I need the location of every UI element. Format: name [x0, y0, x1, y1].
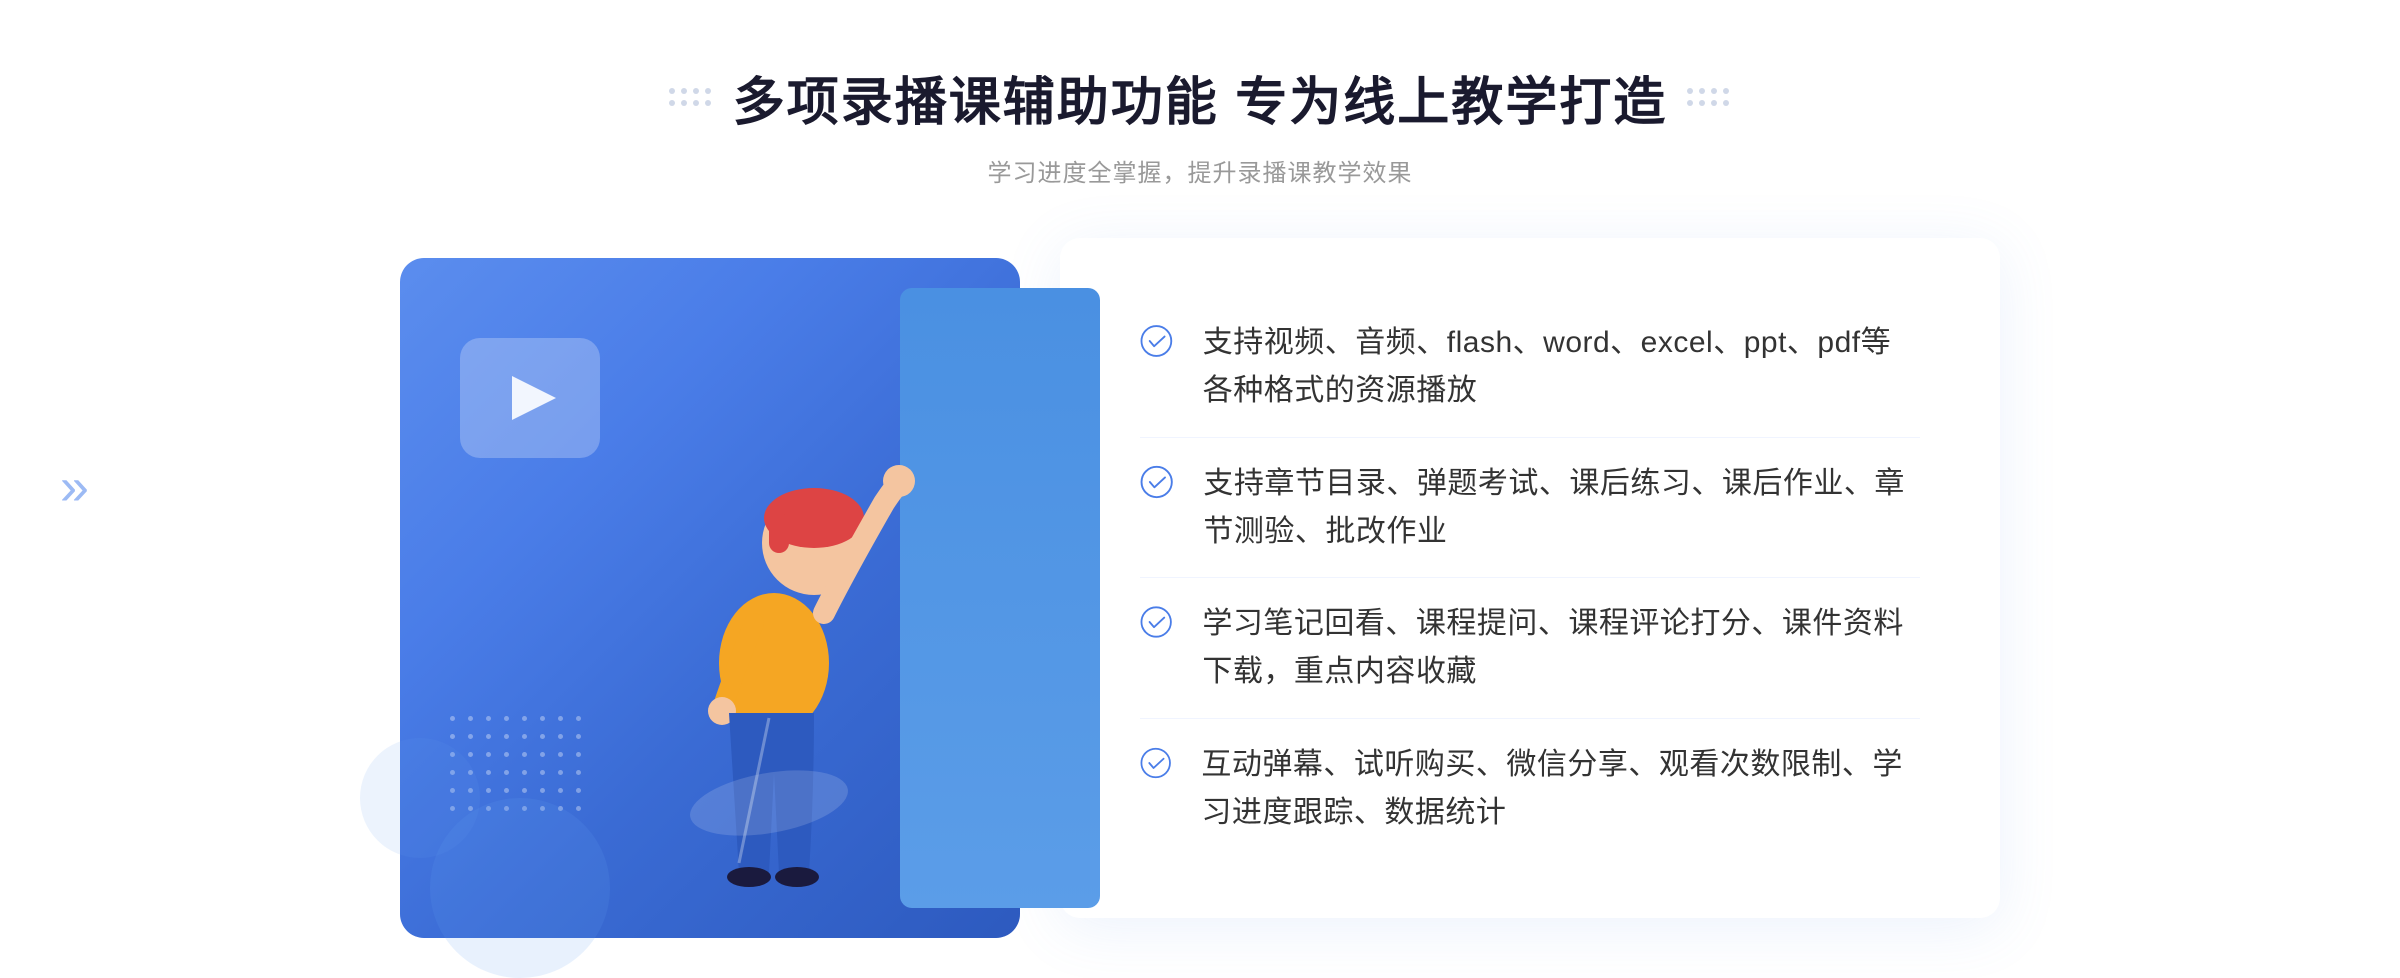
- person-illustration: [614, 373, 934, 933]
- illustration-card: [400, 258, 1020, 938]
- check-icon-2: [1140, 460, 1173, 504]
- feature-item-1: 支持视频、音频、flash、word、excel、ppt、pdf等各种格式的资源…: [1140, 299, 1920, 435]
- circle-decoration-2: [360, 738, 480, 858]
- play-bubble: [460, 338, 600, 458]
- divider-3: [1140, 718, 1920, 719]
- features-panel: 支持视频、音频、flash、word、excel、ppt、pdf等各种格式的资源…: [1060, 238, 2000, 918]
- feature-item-2: 支持章节目录、弹题考试、课后练习、课后作业、章节测验、批改作业: [1140, 440, 1920, 576]
- feature-item-4: 互动弹幕、试听购买、微信分享、观看次数限制、学习进度跟踪、数据统计: [1140, 721, 1920, 857]
- divider-2: [1140, 577, 1920, 578]
- title-dots-right: [1687, 88, 1731, 108]
- main-title: 多项录播课辅助功能 专为线上教学打造: [733, 60, 1667, 135]
- title-dots-left: [669, 88, 713, 108]
- arrow-left-icon: »: [60, 457, 89, 517]
- divider-1: [1140, 437, 1920, 438]
- content-area: 支持视频、音频、flash、word、excel、ppt、pdf等各种格式的资源…: [400, 238, 2000, 938]
- feature-text-4: 互动弹幕、试听购买、微信分享、观看次数限制、学习进度跟踪、数据统计: [1201, 741, 1920, 837]
- check-icon-4: [1140, 741, 1171, 785]
- check-icon-1: [1140, 319, 1173, 363]
- play-icon: [512, 376, 556, 420]
- header-section: 多项录播课辅助功能 专为线上教学打造 学习进度全掌握，提升录播课教学效果: [0, 60, 2400, 188]
- figure-container: [614, 373, 934, 938]
- feature-text-1: 支持视频、音频、flash、word、excel、ppt、pdf等各种格式的资源…: [1203, 319, 1920, 415]
- page-container: 多项录播课辅助功能 专为线上教学打造 学习进度全掌握，提升录播课教学效果: [0, 0, 2400, 974]
- feature-text-2: 支持章节目录、弹题考试、课后练习、课后作业、章节测验、批改作业: [1203, 460, 1920, 556]
- subtitle: 学习进度全掌握，提升录播课教学效果: [988, 153, 1413, 188]
- feature-item-3: 学习笔记回看、课程提问、课程评论打分、课件资料下载，重点内容收藏: [1140, 580, 1920, 716]
- check-icon-3: [1140, 600, 1172, 644]
- feature-text-3: 学习笔记回看、课程提问、课程评论打分、课件资料下载，重点内容收藏: [1202, 600, 1920, 696]
- title-row: 多项录播课辅助功能 专为线上教学打造: [669, 60, 1731, 135]
